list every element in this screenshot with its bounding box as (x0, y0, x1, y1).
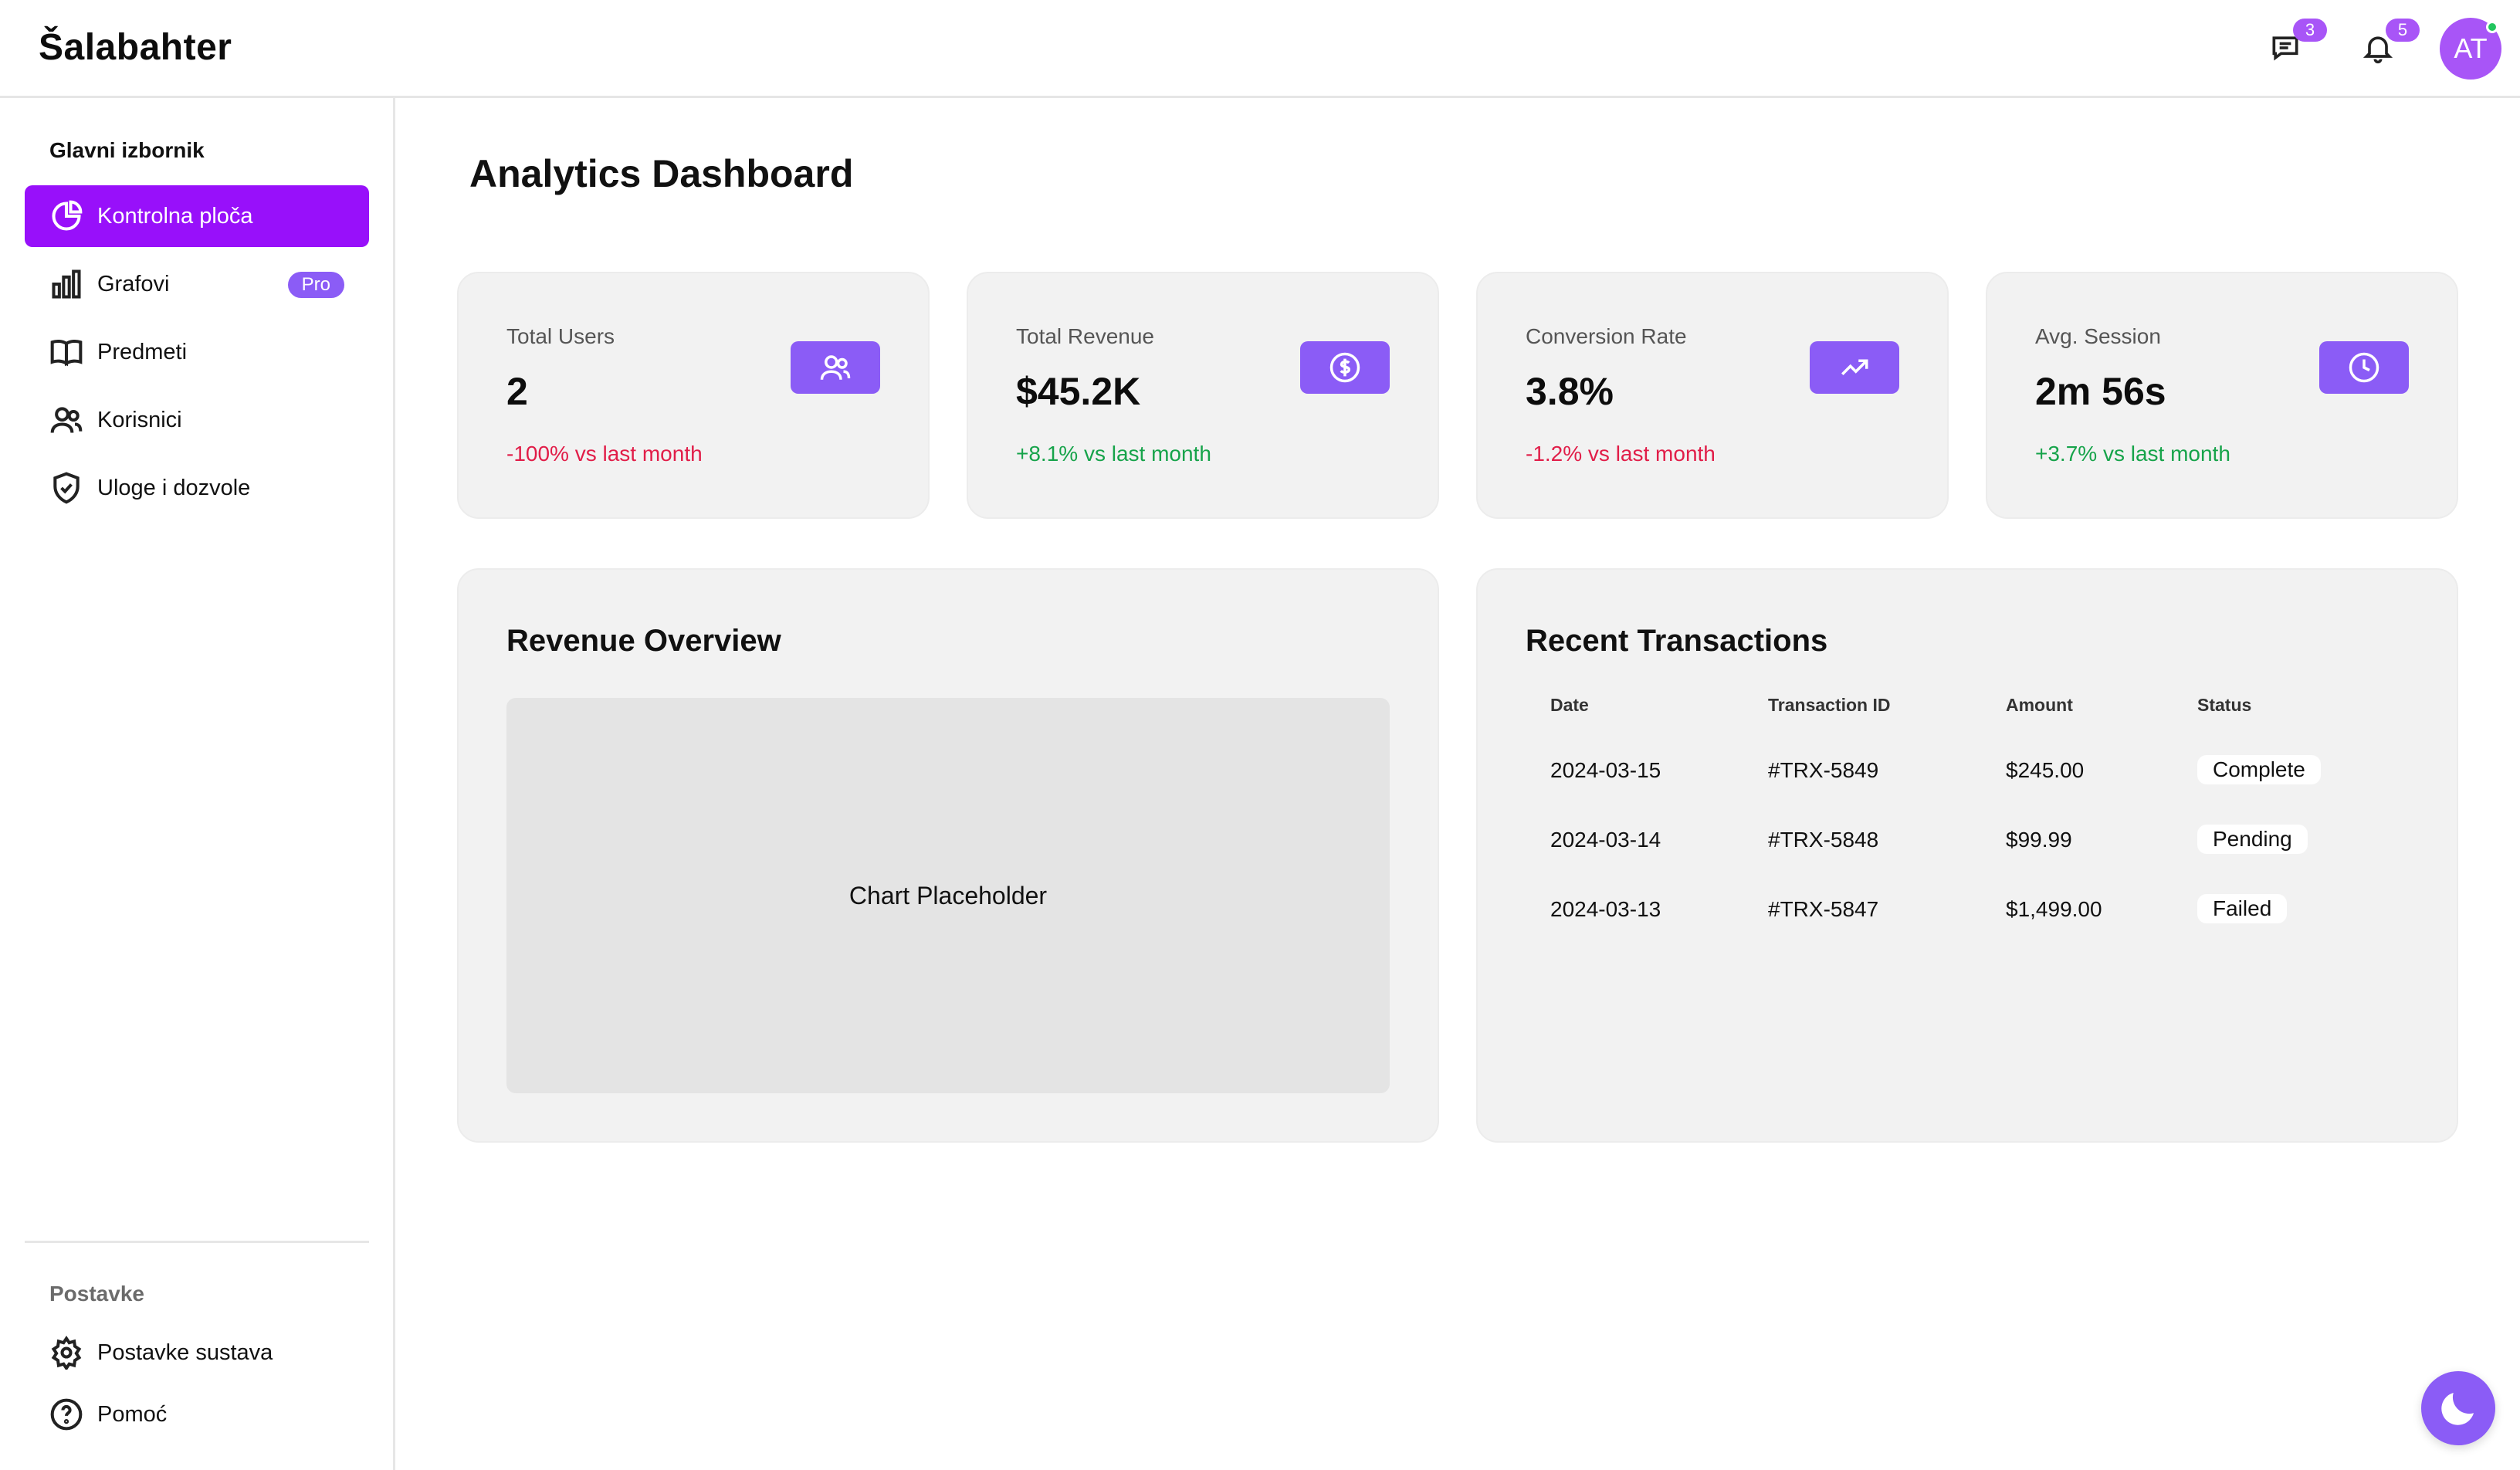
column-header-status: Status (2197, 695, 2252, 715)
stat-card-total-revenue: Total Revenue $45.2K +8.1% vs last month (967, 272, 1439, 519)
stat-icon-box (791, 341, 880, 394)
stat-icon-box (2319, 341, 2409, 394)
page-title: Analytics Dashboard (469, 152, 854, 195)
table-cell-amount: $245.00 (2006, 758, 2085, 782)
stat-label: Total Revenue (1016, 324, 1155, 348)
panel-title: Recent Transactions (1526, 624, 1828, 658)
stat-label: Avg. Session (2035, 324, 2161, 348)
sidebar-item-charts[interactable]: Grafovi Pro (25, 253, 369, 315)
status-badge: Failed (2197, 894, 2288, 923)
brand-logo[interactable]: Šalabahter (39, 26, 232, 69)
online-status-dot (2486, 21, 2498, 33)
sidebar: Glavni izbornik Kontrolna ploča Grafovi … (0, 98, 395, 1470)
sidebar-item-roles[interactable]: Uloge i dozvole (25, 457, 369, 519)
sidebar-item-label: Predmeti (97, 339, 188, 364)
column-header-amount: Amount (2006, 695, 2073, 715)
top-bar: Šalabahter 3 5 AT (0, 0, 2520, 98)
sidebar-item-label: Korisnici (97, 407, 182, 432)
sidebar-item-label: Kontrolna ploča (97, 203, 253, 229)
trending-up-icon (1841, 359, 1868, 375)
recent-transactions-panel: Recent Transactions Date Transaction ID … (1476, 568, 2458, 1143)
stat-card-total-users: Total Users 2 -100% vs last month (457, 272, 930, 519)
help-circle-icon (50, 1398, 83, 1431)
stat-card-avg-session: Avg. Session 2m 56s +3.7% vs last month (1986, 272, 2458, 519)
stat-value: $45.2K (1016, 370, 1141, 413)
sidebar-item-help[interactable]: Pomoć (25, 1384, 369, 1445)
theme-toggle-button[interactable] (2421, 1371, 2495, 1445)
table-cell-amount: $99.99 (2006, 828, 2072, 852)
stat-value: 3.8% (1526, 370, 1614, 413)
stat-label: Conversion Rate (1526, 324, 1687, 348)
stat-change: +8.1% vs last month (1016, 442, 1211, 466)
stat-change: -1.2% vs last month (1526, 442, 1716, 466)
sidebar-item-system-settings[interactable]: Postavke sustava (25, 1322, 369, 1384)
pro-badge: Pro (287, 272, 344, 298)
table-cell-id: #TRX-5849 (1768, 758, 1879, 782)
panel-title: Revenue Overview (506, 624, 781, 658)
stat-change: -100% vs last month (506, 442, 703, 466)
sidebar-item-subjects[interactable]: Predmeti (25, 321, 369, 383)
sidebar-item-label: Postavke sustava (97, 1340, 273, 1365)
shield-check-icon (53, 472, 80, 504)
stat-icon-box (1300, 341, 1390, 394)
chart-placeholder-label: Chart Placeholder (848, 881, 1048, 909)
sidebar-item-label: Pomoć (97, 1401, 168, 1427)
status-badge: Pending (2197, 825, 2308, 854)
stat-icon-box (1810, 341, 1899, 394)
table-cell-amount: $1,499.00 (2006, 897, 2102, 921)
bar-chart-icon (52, 269, 81, 299)
settings-heading: Postavke (49, 1282, 144, 1306)
stat-value: 2 (506, 370, 528, 413)
table-cell-date: 2024-03-15 (1550, 758, 1661, 782)
main-menu-heading: Glavni izbornik (49, 138, 205, 162)
stat-value: 2m 56s (2035, 370, 2166, 413)
stat-card-conversion-rate: Conversion Rate 3.8% -1.2% vs last month (1476, 272, 1949, 519)
stat-label: Total Users (506, 324, 615, 348)
sidebar-item-label: Uloge i dozvole (97, 475, 251, 500)
clock-icon (2349, 352, 2379, 383)
sidebar-divider (25, 1241, 369, 1243)
table-cell-id: #TRX-5847 (1768, 897, 1879, 921)
column-header-date: Date (1550, 695, 1589, 715)
dollar-circle-icon (1329, 352, 1360, 383)
book-icon (50, 339, 83, 367)
messages-count-badge: 3 (2293, 19, 2327, 42)
sidebar-item-users[interactable]: Korisnici (25, 389, 369, 451)
users-icon (50, 407, 83, 433)
revenue-overview-panel: Revenue Overview Chart Placeholder (457, 568, 1439, 1143)
sidebar-item-dashboard[interactable]: Kontrolna ploča (25, 185, 369, 247)
gear-icon (51, 1336, 82, 1370)
pie-chart-icon (52, 200, 83, 231)
notifications-count-badge: 5 (2386, 19, 2420, 42)
moon-icon (2441, 1393, 2474, 1425)
chart-placeholder: Chart Placeholder (506, 698, 1390, 1093)
table-cell-date: 2024-03-14 (1550, 828, 1661, 852)
stat-change: +3.7% vs last month (2035, 442, 2230, 466)
table-cell-id: #TRX-5848 (1768, 828, 1879, 852)
table-cell-date: 2024-03-13 (1550, 897, 1661, 921)
sidebar-item-label: Grafovi (97, 271, 170, 296)
column-header-transaction-id: Transaction ID (1768, 695, 1891, 715)
users-icon (820, 355, 851, 380)
status-badge: Complete (2197, 755, 2321, 784)
